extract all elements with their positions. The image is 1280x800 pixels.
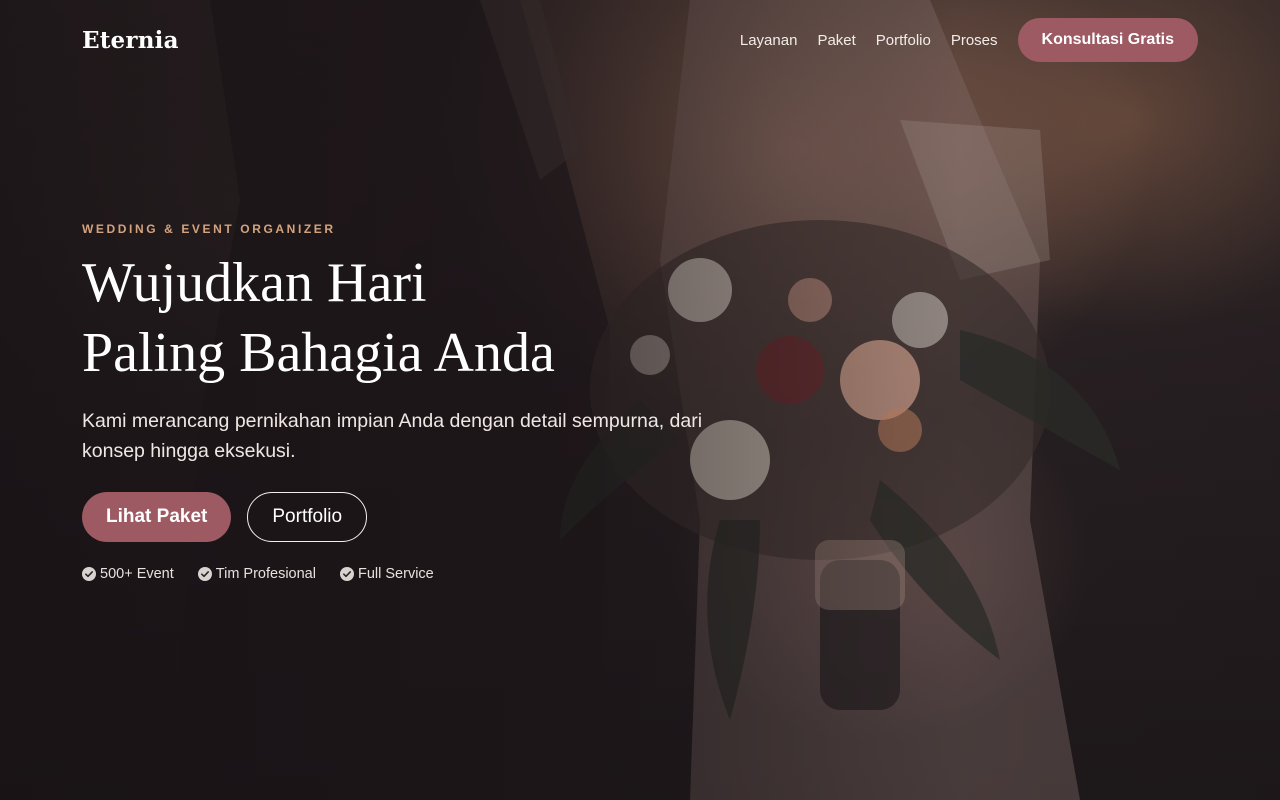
feature-label: Tim Profesional xyxy=(215,566,316,582)
main-nav: Layanan Paket Portfolio Proses Konsultas… xyxy=(740,18,1198,62)
hero-content: WEDDING & EVENT ORGANIZER Wujudkan Hari … xyxy=(82,222,762,582)
brand-logo[interactable]: Eternia xyxy=(82,27,179,54)
nav-link-proses[interactable]: Proses xyxy=(951,32,998,49)
hero-headline-line-2: Paling Bahagia Anda xyxy=(82,322,555,384)
view-packages-button[interactable]: Lihat Paket xyxy=(82,492,232,542)
feature-label: Full Service xyxy=(357,566,434,582)
hero-subtitle: Kami merancang pernikahan impian Anda de… xyxy=(82,410,703,462)
check-circle-icon xyxy=(82,567,96,581)
feature-label: 500+ Event xyxy=(100,566,174,582)
check-circle-icon xyxy=(197,567,212,581)
hero-button-row: Lihat Paket Portfolio xyxy=(82,492,762,542)
feature-item-service: Full Service xyxy=(339,566,434,582)
nav-link-portfolio[interactable]: Portfolio xyxy=(876,32,931,49)
portfolio-button[interactable]: Portfolio xyxy=(247,492,368,542)
nav-link-paket[interactable]: Paket xyxy=(817,32,855,49)
nav-link-layanan[interactable]: Layanan xyxy=(740,32,798,49)
site-header: Eternia Layanan Paket Portfolio Proses K… xyxy=(82,18,1198,62)
hero-section: Eternia Layanan Paket Portfolio Proses K… xyxy=(0,0,1280,800)
feature-item-events: 500+ Event xyxy=(82,566,174,582)
feature-item-team: Tim Profesional xyxy=(197,566,316,582)
hero-headline: Wujudkan Hari Paling Bahagia Anda xyxy=(82,248,762,388)
hero-feature-list: 500+ Event Tim Profesional Full Service xyxy=(82,566,762,582)
check-circle-icon xyxy=(339,567,354,581)
hero-headline-line-1: Wujudkan Hari xyxy=(82,252,427,314)
hero-eyebrow: WEDDING & EVENT ORGANIZER xyxy=(82,222,336,236)
free-consultation-button[interactable]: Konsultasi Gratis xyxy=(1017,18,1198,62)
